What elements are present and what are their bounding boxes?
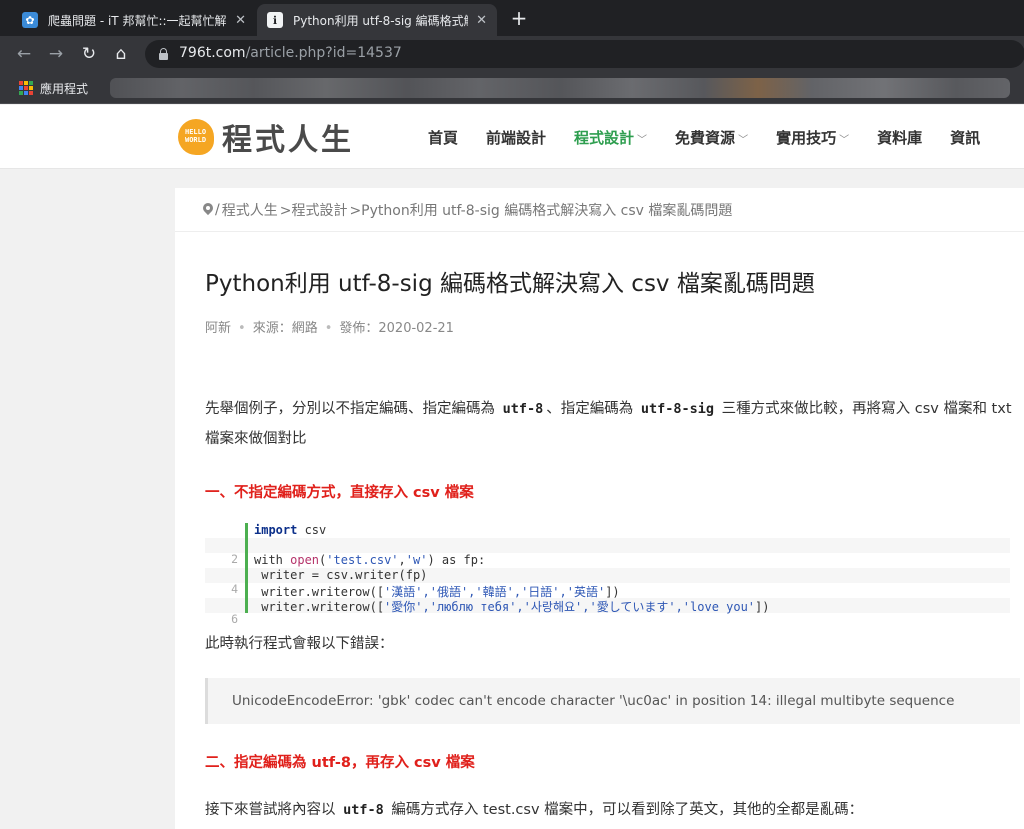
section2-paragraph: 接下來嘗試將內容以 utf-8 編碼方式存入 test.csv 檔案中，可以看到… <box>205 802 864 818</box>
page-favicon-icon: ℹ <box>267 12 283 28</box>
reload-icon[interactable]: ↻ <box>77 42 101 66</box>
nav-item-programming[interactable]: 程式設計 ﹀ <box>574 127 647 148</box>
browser-tab-strip: ✿ 爬蟲問題 - iT 邦幫忙::一起幫忙解決難題 ✕ ℹ Python利用 u… <box>0 0 1024 36</box>
article-author: 阿新 <box>205 321 232 336</box>
article-source: 來源：網路 <box>252 321 318 336</box>
chevron-down-icon: ﹀ <box>738 135 749 146</box>
location-pin-icon <box>203 203 213 217</box>
browser-toolbar: ← → ↻ ⌂ 796t.com/article.php?id=14537 <box>0 36 1024 72</box>
close-tab-icon[interactable]: ✕ <box>235 13 246 28</box>
browser-tab-article[interactable]: ℹ Python利用 utf-8-sig 編碼格式解決寫入 csv 檔案亂碼問題… <box>257 4 497 36</box>
code-line: 1 import csv <box>205 523 1010 551</box>
breadcrumb: / 程式人生 >程式設計 >Python利用 utf-8-sig 編碼格式解決寫… <box>175 188 1024 232</box>
article-card: / 程式人生 >程式設計 >Python利用 utf-8-sig 編碼格式解決寫… <box>175 188 1024 829</box>
bookmarks-bar: 應用程式 <box>0 72 1024 104</box>
article-date: 發佈：2020-02-21 <box>339 321 454 336</box>
address-bar[interactable]: 796t.com/article.php?id=14537 <box>145 40 1024 68</box>
code-line: 2 <box>205 538 1010 566</box>
code-line: 5 writer.writerow(['漢語','俄語','韓語','日語','… <box>205 583 1010 611</box>
lock-icon <box>159 48 168 60</box>
close-tab-icon[interactable]: ✕ <box>476 13 487 28</box>
breadcrumb-home-link[interactable]: 程式人生 <box>222 200 278 220</box>
chevron-down-icon: ﹀ <box>637 135 648 146</box>
main-nav: 首頁 前端設計 程式設計 ﹀ 免費資源 ﹀ 實用技巧 ﹀ 資料庫 資訊 <box>428 127 1008 148</box>
apps-bookmark-label[interactable]: 應用程式 <box>40 80 88 97</box>
code-line: 4 writer = csv.writer(fp) <box>205 568 1010 596</box>
back-arrow-icon[interactable]: ← <box>12 42 36 66</box>
home-icon[interactable]: ⌂ <box>109 42 133 66</box>
intro-paragraph: 先舉個例子，分別以不指定編碼、指定編碼為 utf-8 、指定編碼為 utf-8-s… <box>205 401 1012 447</box>
nav-item-database[interactable]: 資料庫 <box>877 127 922 148</box>
logo-text: 程式人生 <box>222 123 354 158</box>
tab-title: Python利用 utf-8-sig 編碼格式解決寫入 csv 檔案亂碼問題 <box>293 13 468 28</box>
nav-item-news[interactable]: 資訊 <box>950 127 980 148</box>
breadcrumb-separator: / <box>215 201 220 218</box>
chevron-down-icon: ﹀ <box>839 135 850 146</box>
code-block: 1 import csv 2 3 with open('test.csv','w… <box>205 523 1010 626</box>
ithome-favicon-icon: ✿ <box>22 12 38 28</box>
nav-item-free-resources[interactable]: 免費資源 ﹀ <box>675 127 748 148</box>
forward-arrow-icon[interactable]: → <box>44 42 68 66</box>
article-meta: 阿新 • 來源：網路 • 發佈：2020-02-21 <box>205 321 454 336</box>
url-text: 796t.com/article.php?id=14537 <box>179 45 402 61</box>
breadcrumb-current: >Python利用 utf-8-sig 編碼格式解決寫入 csv 檔案亂碼問題 <box>349 202 733 219</box>
nav-item-home[interactable]: 首頁 <box>428 127 458 148</box>
browser-tab-ithome[interactable]: ✿ 爬蟲問題 - iT 邦幫忙::一起幫忙解決難題 ✕ <box>12 4 256 36</box>
after-code-paragraph: 此時執行程式會報以下錯誤： <box>205 636 394 652</box>
site-logo[interactable]: HELLO WORLD 程式人生 <box>178 115 354 159</box>
apps-grid-icon[interactable] <box>19 81 33 95</box>
section-heading-2: 二、指定編碼為 utf-8，再存入 csv 檔案 <box>205 755 475 771</box>
new-tab-plus-icon[interactable]: + <box>506 5 532 31</box>
nav-item-tips[interactable]: 實用技巧 ﹀ <box>776 127 849 148</box>
error-blockquote: UnicodeEncodeError: 'gbk' codec can't en… <box>205 678 1020 724</box>
tab-title: 爬蟲問題 - iT 邦幫忙::一起幫忙解決難題 <box>48 13 227 28</box>
blurred-bookmarks <box>110 78 1010 98</box>
breadcrumb-category-link[interactable]: >程式設計 <box>280 200 348 220</box>
logo-head-icon: HELLO WORLD <box>178 119 214 155</box>
site-header: HELLO WORLD 程式人生 首頁 前端設計 程式設計 ﹀ 免費資源 ﹀ 實用技… <box>0 105 1024 169</box>
code-line: 3 with open('test.csv','w') as fp: <box>205 553 1010 581</box>
section-heading-1: 一、不指定編碼方式，直接存入 csv 檔案 <box>205 485 474 501</box>
nav-item-frontend[interactable]: 前端設計 <box>486 127 546 148</box>
code-line: 6 writer.writerow(['愛你','люблю тебя','사랑… <box>205 598 1010 626</box>
article-title: Python利用 utf-8-sig 編碼格式解決寫入 csv 檔案亂碼問題 <box>205 271 815 297</box>
